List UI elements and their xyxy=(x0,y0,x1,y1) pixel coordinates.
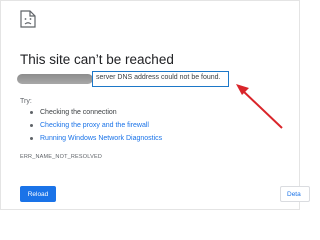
suggestion-item: Running Windows Network Diagnostics xyxy=(30,135,162,148)
redacted-domain xyxy=(17,74,93,84)
suggestion-link-network-diagnostics[interactable]: Running Windows Network Diagnostics xyxy=(40,135,162,142)
bullet-icon xyxy=(30,124,33,127)
sad-document-icon xyxy=(20,10,36,28)
reload-button[interactable]: Reload xyxy=(20,186,56,202)
suggestion-list: Checking the connection Checking the pro… xyxy=(30,109,162,148)
bullet-icon xyxy=(30,111,33,114)
suggestion-item: Checking the connection xyxy=(30,109,162,122)
page-title: This site can’t be reached xyxy=(20,52,174,67)
error-message: server DNS address could not be found. xyxy=(96,74,221,81)
browser-error-page: This site can’t be reached server DNS ad… xyxy=(0,0,310,210)
suggestion-link-proxy-firewall[interactable]: Checking the proxy and the firewall xyxy=(40,122,149,129)
suggestion-text: Checking the connection xyxy=(40,109,117,116)
error-code: ERR_NAME_NOT_RESOLVED xyxy=(20,154,103,160)
suggestion-item: Checking the proxy and the firewall xyxy=(30,122,162,135)
try-label: Try: xyxy=(20,98,32,105)
bullet-icon xyxy=(30,137,33,140)
details-button[interactable]: Deta xyxy=(280,186,310,202)
